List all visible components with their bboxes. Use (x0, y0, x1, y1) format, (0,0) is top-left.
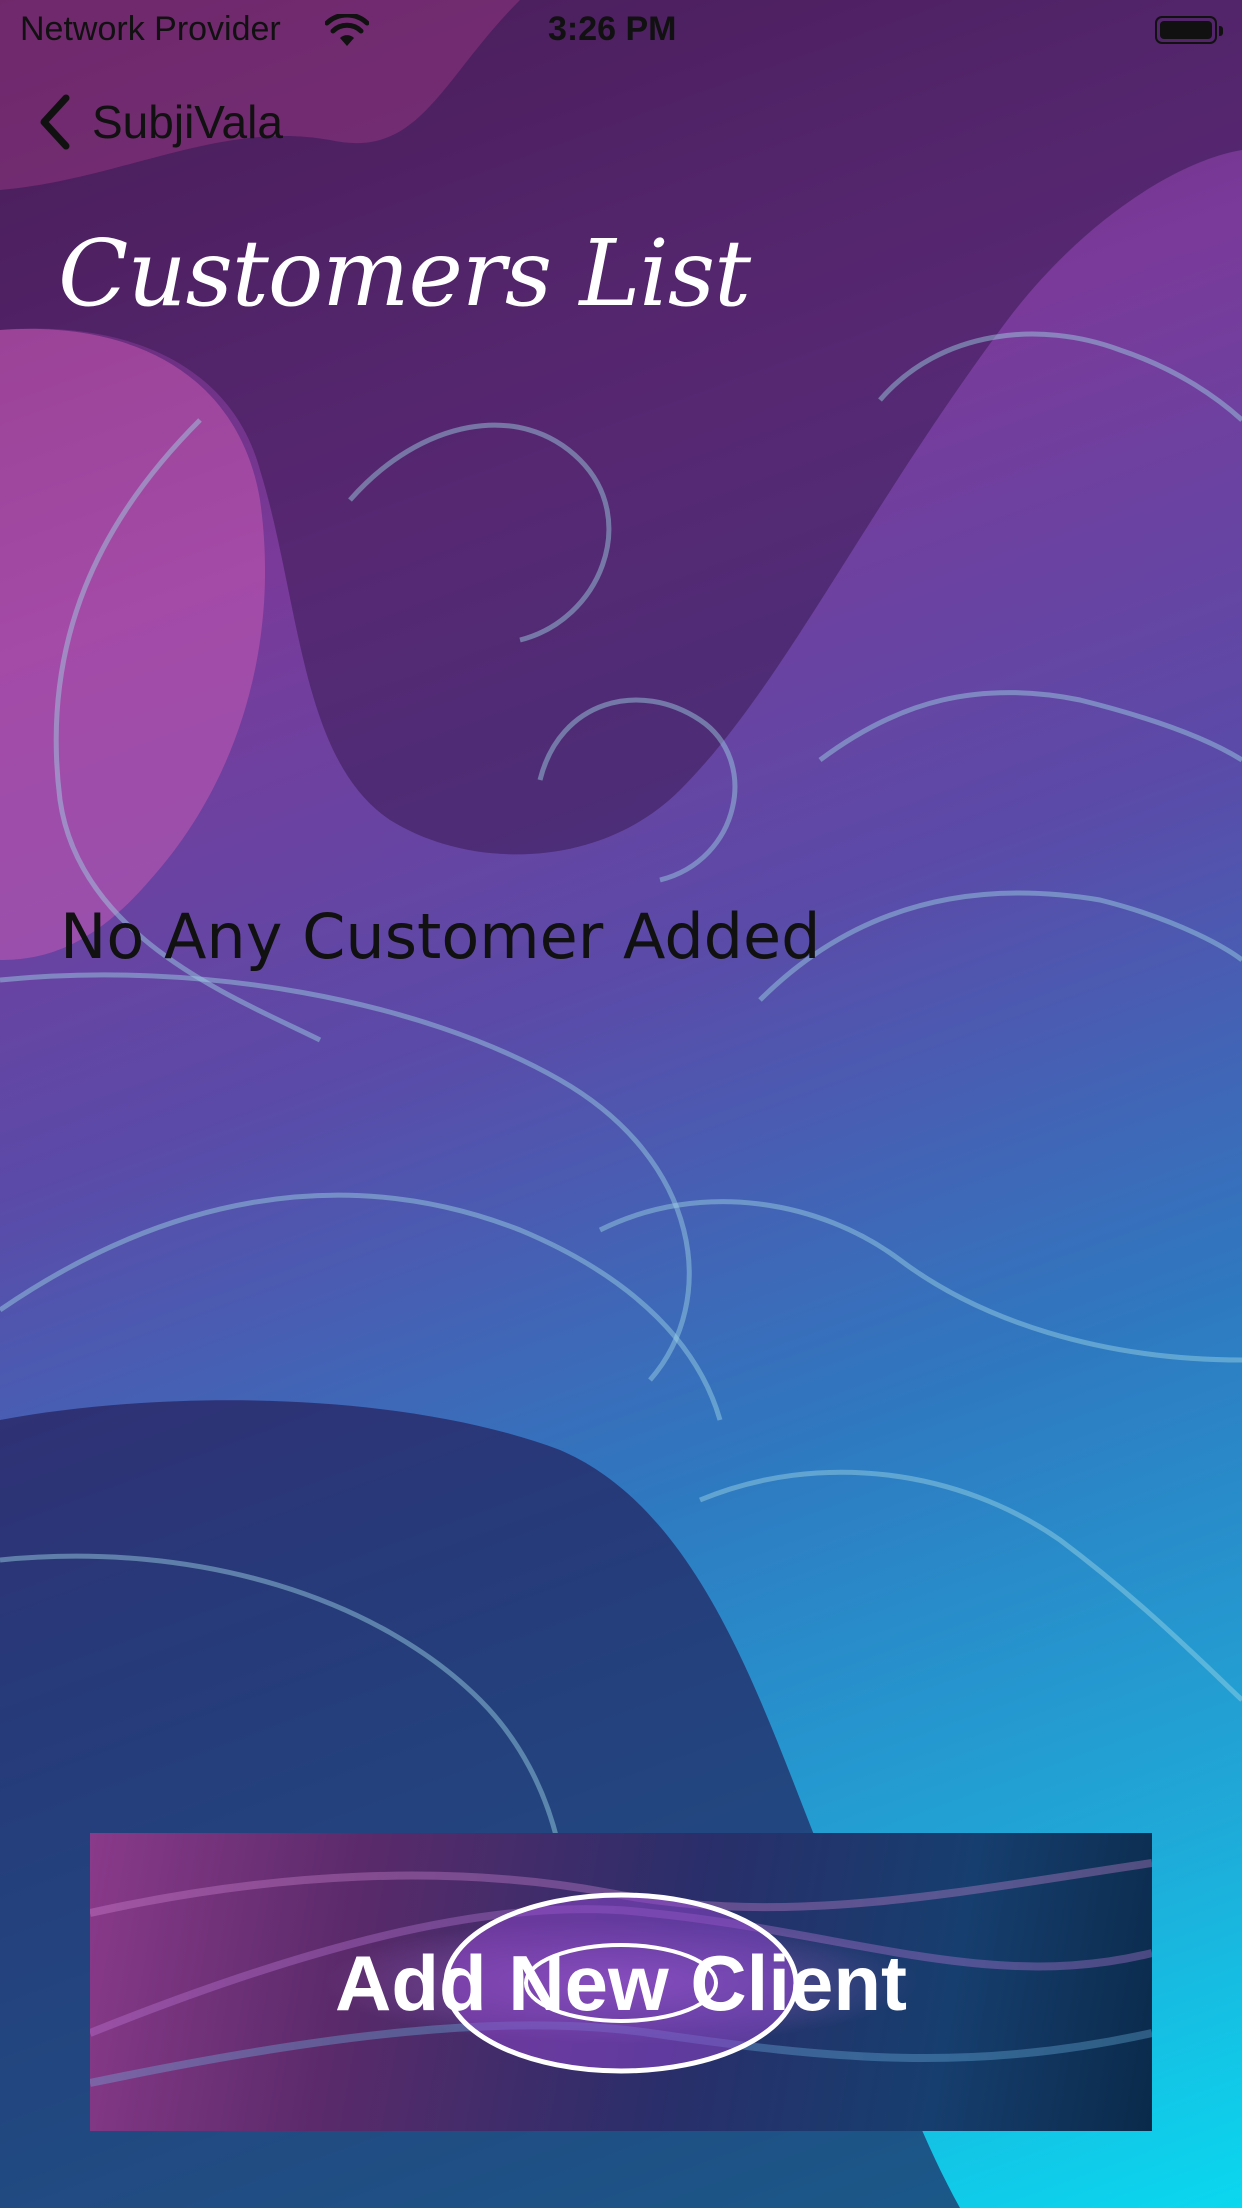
wifi-icon (325, 14, 369, 46)
chevron-left-icon (40, 94, 70, 150)
clock: 3:26 PM (548, 10, 677, 48)
back-button-label: SubjiVala (92, 96, 283, 148)
page-title: Customers List (58, 220, 751, 327)
back-button[interactable]: SubjiVala (36, 92, 283, 152)
status-bar: Network Provider 3:26 PM (0, 0, 1242, 60)
empty-state-message: No Any Customer Added (60, 900, 821, 973)
add-new-client-label: Add New Client (334, 1939, 907, 2027)
battery-icon (1155, 16, 1223, 44)
add-new-client-button[interactable]: Add New Client (90, 1833, 1152, 2131)
carrier-label: Network Provider (20, 10, 281, 48)
